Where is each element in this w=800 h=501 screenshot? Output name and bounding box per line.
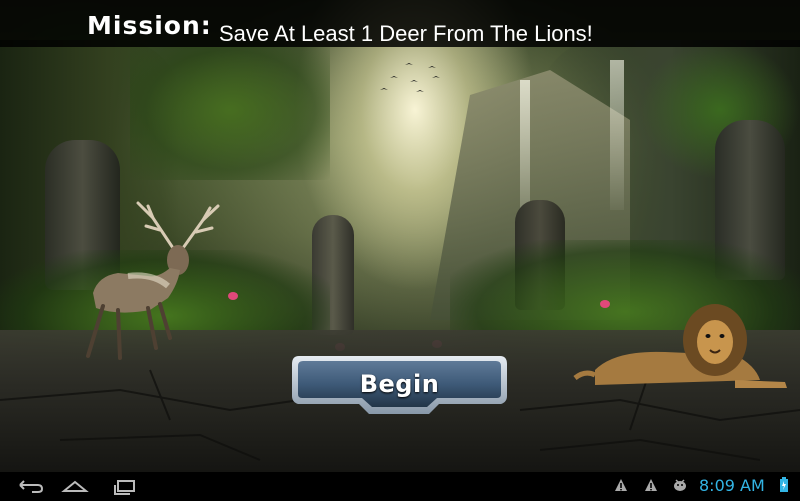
birds xyxy=(380,63,440,92)
recent-apps-icon xyxy=(114,480,135,495)
home-button[interactable] xyxy=(55,476,95,496)
begin-button[interactable]: Begin xyxy=(289,352,510,418)
status-clock: 8:09 AM xyxy=(699,476,765,495)
waterfall xyxy=(610,60,624,210)
deer xyxy=(86,201,220,360)
mission-banner: Mission: Save At Least 1 Deer From The L… xyxy=(0,0,800,47)
warning-icon xyxy=(615,479,627,491)
battery-icon xyxy=(780,477,788,492)
recent-apps-button[interactable] xyxy=(105,476,145,496)
begin-button-label: Begin xyxy=(359,370,440,398)
android-debug-icon xyxy=(674,479,686,491)
home-icon xyxy=(61,480,89,492)
lion xyxy=(573,304,787,388)
back-icon xyxy=(19,480,44,493)
mission-text: Save At Least 1 Deer From The Lions! xyxy=(219,21,593,46)
system-status-bar: 8:09 AM xyxy=(0,472,800,500)
tree-canopy xyxy=(130,40,330,180)
mission-label: Mission: xyxy=(87,11,212,40)
back-button[interactable] xyxy=(10,476,50,496)
warning-icon xyxy=(645,479,657,491)
